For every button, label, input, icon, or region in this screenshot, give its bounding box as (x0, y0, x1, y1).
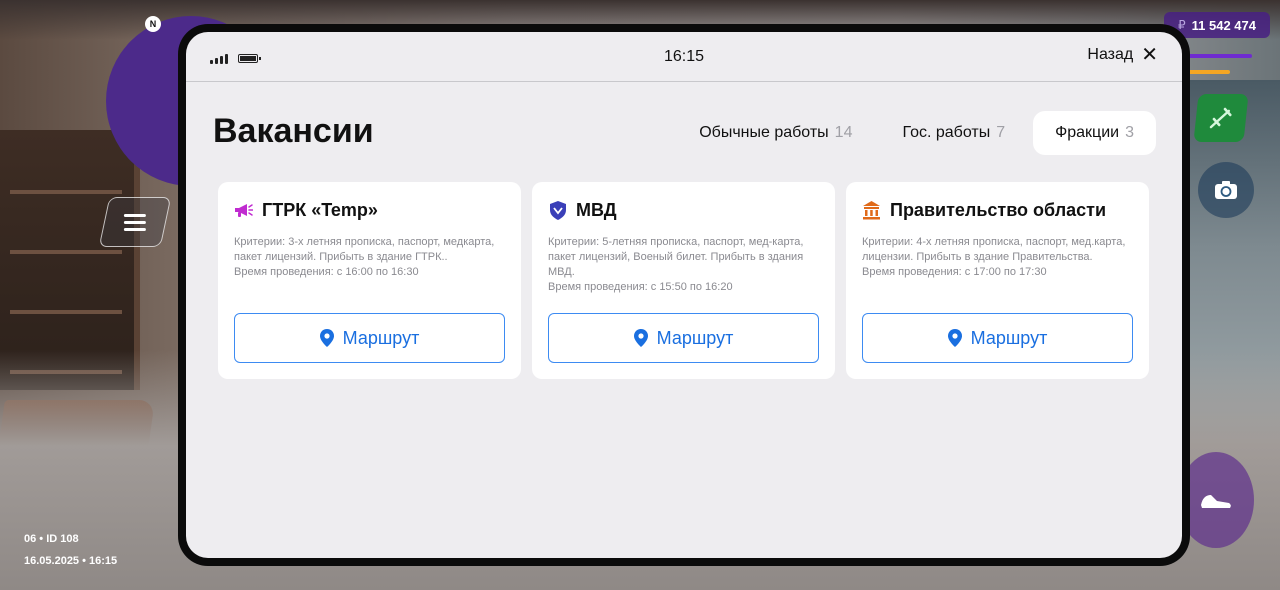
camera-rotate-icon (1215, 181, 1237, 199)
vacancy-cards: ГТРК «Temp» Критерии: 3-х летняя прописк… (218, 182, 1149, 379)
tab-label: Гос. работы (902, 124, 991, 141)
route-label: Маршрут (342, 327, 420, 348)
vacancy-card-government: Правительство области Критерии: 4-х летн… (846, 182, 1149, 379)
tab-government-jobs[interactable]: Гос. работы 7 (880, 111, 1027, 155)
phone-frame: 16:15 Назад ✕ Вакансии Обычные работы 14… (178, 24, 1190, 566)
player-id: 06 • ID 108 (24, 533, 79, 545)
map-pin-icon (633, 329, 648, 347)
card-title: ГТРК «Temp» (262, 200, 378, 220)
tab-count: 7 (996, 124, 1006, 141)
vacancy-card-mvd: МВД Критерии: 5-летняя прописка, паспорт… (532, 182, 835, 379)
route-label: Маршрут (970, 327, 1048, 348)
vacancy-card-gtrk: ГТРК «Temp» Критерии: 3-х летняя прописк… (218, 182, 521, 379)
card-description: Критерии: 4-х летняя прописка, паспорт, … (862, 235, 1133, 280)
hud-menu-button[interactable] (98, 197, 172, 247)
page-title: Вакансии (213, 112, 374, 150)
status-time: 16:15 (663, 48, 705, 65)
back-label: Назад (1087, 46, 1134, 63)
card-time: Время проведения: с 17:00 по 17:30 (862, 266, 1047, 278)
route-label: Маршрут (656, 327, 734, 348)
route-button[interactable]: Маршрут (862, 313, 1133, 363)
shield-icon (548, 201, 567, 220)
card-description: Критерии: 5-летняя прописка, паспорт, ме… (548, 235, 819, 295)
camera-switch-button[interactable] (1198, 162, 1254, 218)
map-pin-icon (319, 329, 334, 347)
back-button[interactable]: Назад ✕ (1087, 45, 1158, 65)
tab-label: Обычные работы (699, 124, 829, 141)
ruble-icon: ₽ (1178, 18, 1186, 32)
card-criteria: Критерии: 4-х летняя прописка, паспорт, … (862, 236, 1126, 263)
card-description: Критерии: 3-х летняя прописка, паспорт, … (234, 235, 505, 280)
card-title: МВД (576, 200, 617, 220)
card-time: Время проведения: с 16:00 по 16:30 (234, 266, 419, 278)
megaphone-icon (234, 201, 253, 220)
hamburger-icon (124, 220, 146, 224)
weapon-button[interactable] (1193, 94, 1249, 142)
phone-screen: 16:15 Назад ✕ Вакансии Обычные работы 14… (186, 32, 1182, 558)
compass-icon: N (145, 16, 161, 32)
card-criteria: Критерии: 3-х летняя прописка, паспорт, … (234, 236, 495, 263)
card-time: Время проведения: с 15:50 по 16:20 (548, 281, 733, 293)
tab-regular-jobs[interactable]: Обычные работы 14 (677, 111, 874, 155)
route-button[interactable]: Маршрут (234, 313, 505, 363)
route-button[interactable]: Маршрут (548, 313, 819, 363)
money-amount: 11 542 474 (1191, 17, 1256, 33)
tab-label: Фракции (1055, 124, 1120, 141)
tab-count: 14 (834, 124, 853, 141)
status-bar: 16:15 Назад ✕ (186, 32, 1182, 82)
tab-count: 3 (1125, 124, 1134, 141)
map-pin-icon (947, 329, 962, 347)
card-title: Правительство области (890, 200, 1107, 220)
game-datetime: 16.05.2025 • 16:15 (24, 555, 118, 567)
weapon-icon (1209, 107, 1232, 129)
card-criteria: Критерии: 5-летняя прописка, паспорт, ме… (548, 236, 804, 278)
sneaker-icon (1201, 495, 1231, 508)
tab-factions[interactable]: Фракции 3 (1033, 111, 1156, 155)
close-icon[interactable]: ✕ (1141, 45, 1158, 65)
government-building-icon (862, 201, 881, 220)
tab-bar: Обычные работы 14 Гос. работы 7 Фракции … (677, 111, 1156, 155)
